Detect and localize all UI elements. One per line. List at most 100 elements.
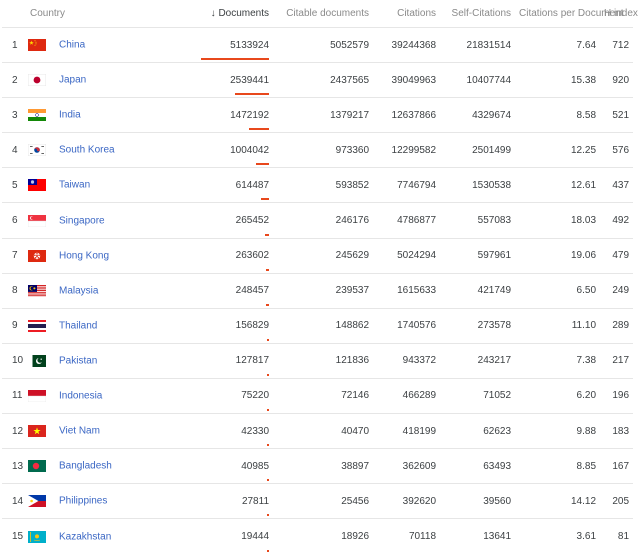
kazakhstan-flag-icon — [28, 530, 46, 543]
china-flag-icon — [28, 39, 46, 52]
documents-bar — [267, 409, 270, 412]
citations-per-document-cell: 12.25 — [515, 132, 601, 168]
country-link[interactable]: China — [59, 40, 85, 51]
rank-cell: 6 — [2, 202, 28, 239]
self-citations-cell: 21831514 — [440, 26, 516, 63]
column-header-self-citations[interactable]: Self-Citations — [440, 0, 515, 28]
citations-cell: 4786877 — [373, 202, 441, 239]
documents-cell: 248457 — [178, 272, 274, 309]
column-header-citations[interactable]: Citations — [373, 0, 440, 28]
rank-cell: 14 — [2, 483, 28, 519]
country-link[interactable]: Pakistan — [59, 355, 97, 366]
self-citations-cell: 71052 — [440, 377, 516, 414]
country-link[interactable]: Malaysia — [59, 285, 98, 296]
citable-documents-cell: 72146 — [273, 377, 374, 414]
self-citations-cell: 62623 — [440, 413, 516, 449]
country-cell: Taiwan — [28, 167, 179, 203]
country-cell: Thailand — [28, 307, 179, 344]
country-link[interactable]: Bangladesh — [59, 461, 112, 472]
documents-bar — [201, 58, 270, 61]
documents-bar — [235, 93, 270, 96]
country-link[interactable]: Hong Kong — [59, 250, 109, 261]
rank-cell: 11 — [2, 377, 28, 414]
documents-cell: 19444 — [178, 518, 274, 554]
country-link[interactable]: Japan — [59, 75, 86, 86]
documents-cell: 614487 — [178, 167, 274, 203]
citations-per-document-cell: 8.58 — [515, 97, 601, 133]
documents-bar — [266, 303, 270, 306]
country-link[interactable]: South Korea — [59, 145, 115, 156]
self-citations-cell: 243217 — [440, 342, 516, 379]
self-citations-cell: 421749 — [440, 272, 516, 309]
bangladesh-flag-icon — [28, 460, 46, 473]
country-link[interactable]: Viet Nam — [59, 426, 100, 437]
documents-value: 156829 — [235, 320, 270, 332]
country-link[interactable]: Philippines — [59, 496, 107, 507]
documents-value: 5133924 — [230, 39, 270, 51]
column-header-documents-label: Documents — [218, 8, 270, 19]
documents-value: 248457 — [235, 285, 270, 297]
table-row: 13 Bangladesh 40985 38897 362609 63493 8.85 167 — [2, 448, 634, 484]
documents-bar — [267, 373, 270, 376]
column-header-h-index[interactable]: H index — [600, 0, 638, 28]
country-cell: India — [28, 97, 179, 133]
self-citations-cell: 63493 — [440, 448, 516, 484]
country-link[interactable]: India — [59, 110, 81, 121]
citable-documents-cell: 18926 — [273, 518, 374, 554]
documents-cell: 156829 — [178, 307, 274, 344]
citable-documents-cell: 121836 — [273, 342, 374, 379]
taiwan-flag-icon — [28, 179, 46, 192]
country-link[interactable]: Singapore — [59, 215, 105, 226]
country-link[interactable]: Indonesia — [59, 390, 102, 401]
table-row: 4 South Korea 1004042 973360 12299582 2501499… — [2, 132, 634, 168]
documents-bar — [261, 198, 270, 201]
column-header-citations-per-document[interactable]: Citations per Document — [515, 0, 624, 28]
citable-documents-cell: 239537 — [273, 272, 374, 309]
south-korea-flag-icon — [28, 144, 46, 157]
table-row: 11 Indonesia 75220 72146 466289 71052 6.20 196 — [2, 377, 634, 414]
citations-per-document-cell: 15.38 — [515, 62, 601, 98]
documents-bar — [267, 444, 270, 447]
h-index-cell: 217 — [600, 342, 634, 379]
citations-cell: 12637866 — [373, 97, 441, 133]
citations-per-document-cell: 3.61 — [515, 518, 601, 554]
rank-cell: 3 — [2, 97, 28, 133]
column-header-documents[interactable]: ↓ Documents — [178, 0, 273, 28]
rank-cell: 7 — [2, 237, 28, 274]
documents-cell: 75220 — [178, 377, 274, 414]
citations-per-document-cell: 9.88 — [515, 413, 601, 449]
table-row: 14 Philippines 27811 25456 392620 39560 14.12 2… — [2, 483, 634, 519]
h-index-cell: 712 — [600, 26, 634, 63]
h-index-cell: 289 — [600, 307, 634, 344]
documents-cell: 42330 — [178, 413, 274, 449]
country-link[interactable]: Taiwan — [59, 180, 90, 191]
country-cell: Kazakhstan — [28, 518, 179, 554]
country-cell: Hong Kong — [28, 237, 179, 274]
indonesia-flag-icon — [28, 389, 46, 402]
citable-documents-cell: 246176 — [273, 202, 374, 239]
rank-cell: 5 — [2, 167, 28, 203]
h-index-cell: 479 — [600, 237, 634, 274]
column-header-citable-documents[interactable]: Citable documents — [273, 0, 373, 28]
citations-per-document-cell: 7.64 — [515, 26, 601, 63]
self-citations-cell: 13641 — [440, 518, 516, 554]
h-index-cell: 521 — [600, 97, 634, 133]
country-cell: Bangladesh — [28, 448, 179, 484]
india-flag-icon — [28, 109, 46, 122]
country-cell: Malaysia — [28, 272, 179, 309]
documents-cell: 2539441 — [178, 62, 274, 98]
table-row: 9 Thailand 156829 148862 1740576 273578 11.10 2… — [2, 307, 634, 344]
country-link[interactable]: Thailand — [59, 320, 97, 331]
column-header-country[interactable]: Country — [2, 0, 178, 28]
sort-down-arrow-icon: ↓ — [210, 8, 216, 19]
documents-bar — [266, 268, 270, 271]
h-index-cell: 167 — [600, 448, 634, 484]
documents-value: 614487 — [235, 179, 270, 191]
documents-bar — [267, 479, 270, 482]
self-citations-cell: 4329674 — [440, 97, 516, 133]
citations-cell: 1740576 — [373, 307, 441, 344]
country-link[interactable]: Kazakhstan — [59, 531, 111, 542]
malaysia-flag-icon — [28, 284, 46, 297]
citations-per-document-cell: 11.10 — [515, 307, 601, 344]
country-cell: Philippines — [28, 483, 179, 519]
